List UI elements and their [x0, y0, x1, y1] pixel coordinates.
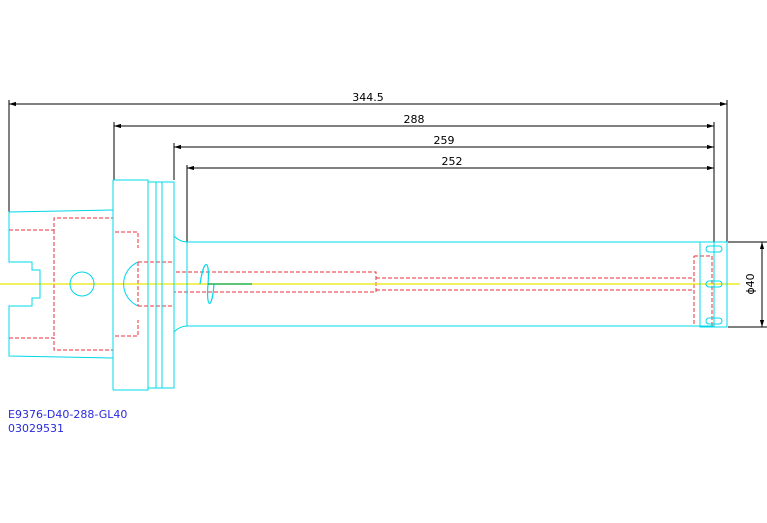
- technical-drawing: 344.5 288 259 252 ϕ40 E9376-D40-288-GL40…: [0, 91, 767, 435]
- dimension-texts: 344.5 288 259 252 ϕ40: [352, 91, 757, 295]
- dim-text-diameter: ϕ40: [744, 273, 757, 294]
- flange-outline: [113, 179, 149, 391]
- part-number: E9376-D40-288-GL40: [8, 408, 127, 421]
- dimension-lines: [8, 100, 767, 328]
- dim-text-259: 259: [434, 134, 455, 147]
- drawing-canvas: 344.5 288 259 252 ϕ40 E9376-D40-288-GL40…: [0, 0, 767, 523]
- coolant-symbol: [199, 263, 252, 305]
- dim-text-252: 252: [442, 155, 463, 168]
- tool-outline: [8, 179, 728, 391]
- article-number: 03029531: [8, 422, 64, 435]
- dim-text-overall: 344.5: [352, 91, 384, 104]
- dim-text-288: 288: [404, 113, 425, 126]
